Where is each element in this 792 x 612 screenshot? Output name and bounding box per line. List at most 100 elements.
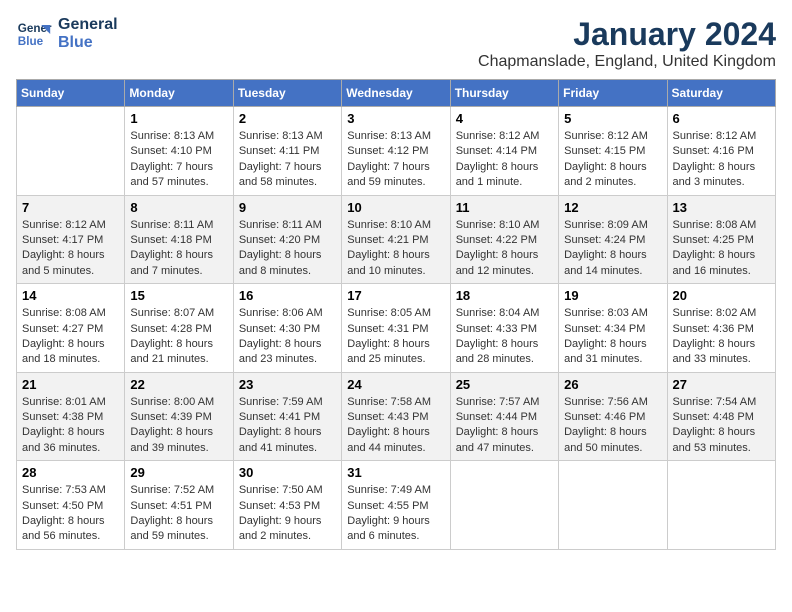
day-info: Sunrise: 8:13 AM Sunset: 4:11 PM Dayligh… — [239, 129, 336, 191]
day-info: Sunrise: 7:59 AM Sunset: 4:41 PM Dayligh… — [239, 395, 336, 457]
weekday-header-saturday: Saturday — [667, 80, 775, 107]
day-info: Sunrise: 8:12 AM Sunset: 4:17 PM Dayligh… — [22, 218, 119, 280]
day-number: 30 — [239, 465, 336, 480]
day-info: Sunrise: 7:53 AM Sunset: 4:50 PM Dayligh… — [22, 483, 119, 545]
calendar-cell: 12 Sunrise: 8:09 AM Sunset: 4:24 PM Dayli… — [559, 195, 667, 284]
calendar-cell: 17Sunrise: 8:05 AM Sunset: 4:31 PM Dayli… — [342, 284, 450, 373]
day-number: 25 — [456, 377, 553, 392]
week-row-1: 1Sunrise: 8:13 AM Sunset: 4:10 PM Daylig… — [17, 107, 776, 196]
calendar-cell — [17, 107, 125, 196]
week-row-5: 28 Sunrise: 7:53 AM Sunset: 4:50 PM Dayli… — [17, 461, 776, 550]
calendar-cell: 8 Sunrise: 8:11 AM Sunset: 4:18 PM Daylig… — [125, 195, 233, 284]
day-info: Sunrise: 7:54 AM Sunset: 4:48 PM Dayligh… — [673, 395, 770, 457]
calendar-title: January 2024 — [478, 16, 776, 53]
day-info: Sunrise: 8:00 AM Sunset: 4:39 PM Dayligh… — [130, 395, 227, 457]
day-number: 11 — [456, 200, 553, 215]
day-number: 26 — [564, 377, 661, 392]
day-number: 14 — [22, 288, 119, 303]
day-number: 3 — [347, 111, 444, 126]
calendar-cell: 25Sunrise: 7:57 AM Sunset: 4:44 PM Dayli… — [450, 372, 558, 461]
day-number: 8 — [130, 200, 227, 215]
logo-icon: General Blue — [16, 16, 52, 52]
calendar-cell: 27 Sunrise: 7:54 AM Sunset: 4:48 PM Dayli… — [667, 372, 775, 461]
day-number: 31 — [347, 465, 444, 480]
calendar-cell — [559, 461, 667, 550]
day-number: 17 — [347, 288, 444, 303]
calendar-cell: 13 Sunrise: 8:08 AM Sunset: 4:25 PM Dayli… — [667, 195, 775, 284]
day-number: 21 — [22, 377, 119, 392]
day-number: 29 — [130, 465, 227, 480]
weekday-header-thursday: Thursday — [450, 80, 558, 107]
day-info: Sunrise: 8:09 AM Sunset: 4:24 PM Dayligh… — [564, 218, 661, 280]
title-block: January 2024 Chapmanslade, England, Unit… — [478, 16, 776, 71]
day-info: Sunrise: 8:13 AM Sunset: 4:12 PM Dayligh… — [347, 129, 444, 191]
day-number: 12 — [564, 200, 661, 215]
logo-line1: General — [58, 16, 118, 34]
svg-text:Blue: Blue — [18, 35, 44, 48]
calendar-cell: 28 Sunrise: 7:53 AM Sunset: 4:50 PM Dayli… — [17, 461, 125, 550]
calendar-cell — [450, 461, 558, 550]
day-info: Sunrise: 8:02 AM Sunset: 4:36 PM Dayligh… — [673, 306, 770, 368]
day-number: 10 — [347, 200, 444, 215]
calendar-cell — [667, 461, 775, 550]
day-info: Sunrise: 7:49 AM Sunset: 4:55 PM Dayligh… — [347, 483, 444, 545]
day-number: 2 — [239, 111, 336, 126]
calendar-cell: 26 Sunrise: 7:56 AM Sunset: 4:46 PM Dayli… — [559, 372, 667, 461]
day-info: Sunrise: 8:10 AM Sunset: 4:22 PM Dayligh… — [456, 218, 553, 280]
weekday-header-row: SundayMondayTuesdayWednesdayThursdayFrid… — [17, 80, 776, 107]
day-number: 6 — [673, 111, 770, 126]
logo: General Blue General Blue — [16, 16, 118, 52]
day-info: Sunrise: 7:50 AM Sunset: 4:53 PM Dayligh… — [239, 483, 336, 545]
day-info: Sunrise: 8:12 AM Sunset: 4:15 PM Dayligh… — [564, 129, 661, 191]
weekday-header-wednesday: Wednesday — [342, 80, 450, 107]
weekday-header-sunday: Sunday — [17, 80, 125, 107]
weekday-header-tuesday: Tuesday — [233, 80, 341, 107]
calendar-cell: 21 Sunrise: 8:01 AM Sunset: 4:38 PM Dayli… — [17, 372, 125, 461]
calendar-table: SundayMondayTuesdayWednesdayThursdayFrid… — [16, 79, 776, 550]
day-number: 27 — [673, 377, 770, 392]
day-number: 22 — [130, 377, 227, 392]
day-info: Sunrise: 8:12 AM Sunset: 4:14 PM Dayligh… — [456, 129, 553, 191]
calendar-cell: 20 Sunrise: 8:02 AM Sunset: 4:36 PM Dayli… — [667, 284, 775, 373]
day-number: 5 — [564, 111, 661, 126]
day-info: Sunrise: 8:06 AM Sunset: 4:30 PM Dayligh… — [239, 306, 336, 368]
calendar-cell: 19Sunrise: 8:03 AM Sunset: 4:34 PM Dayli… — [559, 284, 667, 373]
calendar-subtitle: Chapmanslade, England, United Kingdom — [478, 53, 776, 71]
day-number: 7 — [22, 200, 119, 215]
day-number: 28 — [22, 465, 119, 480]
calendar-cell: 5 Sunrise: 8:12 AM Sunset: 4:15 PM Daylig… — [559, 107, 667, 196]
calendar-cell: 15Sunrise: 8:07 AM Sunset: 4:28 PM Dayli… — [125, 284, 233, 373]
calendar-cell: 29 Sunrise: 7:52 AM Sunset: 4:51 PM Dayli… — [125, 461, 233, 550]
calendar-cell: 24 Sunrise: 7:58 AM Sunset: 4:43 PM Dayli… — [342, 372, 450, 461]
day-number: 24 — [347, 377, 444, 392]
week-row-4: 21 Sunrise: 8:01 AM Sunset: 4:38 PM Dayli… — [17, 372, 776, 461]
day-info: Sunrise: 8:11 AM Sunset: 4:18 PM Dayligh… — [130, 218, 227, 280]
week-row-2: 7 Sunrise: 8:12 AM Sunset: 4:17 PM Daylig… — [17, 195, 776, 284]
day-number: 19 — [564, 288, 661, 303]
day-number: 18 — [456, 288, 553, 303]
day-info: Sunrise: 7:52 AM Sunset: 4:51 PM Dayligh… — [130, 483, 227, 545]
day-info: Sunrise: 7:58 AM Sunset: 4:43 PM Dayligh… — [347, 395, 444, 457]
day-info: Sunrise: 8:08 AM Sunset: 4:25 PM Dayligh… — [673, 218, 770, 280]
page-header: General Blue General Blue January 2024 C… — [16, 16, 776, 71]
day-info: Sunrise: 8:07 AM Sunset: 4:28 PM Dayligh… — [130, 306, 227, 368]
calendar-cell: 10 Sunrise: 8:10 AM Sunset: 4:21 PM Dayli… — [342, 195, 450, 284]
week-row-3: 14 Sunrise: 8:08 AM Sunset: 4:27 PM Dayli… — [17, 284, 776, 373]
calendar-cell: 23Sunrise: 7:59 AM Sunset: 4:41 PM Dayli… — [233, 372, 341, 461]
day-info: Sunrise: 8:11 AM Sunset: 4:20 PM Dayligh… — [239, 218, 336, 280]
day-info: Sunrise: 8:08 AM Sunset: 4:27 PM Dayligh… — [22, 306, 119, 368]
calendar-cell: 2 Sunrise: 8:13 AM Sunset: 4:11 PM Daylig… — [233, 107, 341, 196]
day-number: 1 — [130, 111, 227, 126]
weekday-header-monday: Monday — [125, 80, 233, 107]
logo-line2: Blue — [58, 34, 118, 52]
day-number: 20 — [673, 288, 770, 303]
calendar-cell: 18Sunrise: 8:04 AM Sunset: 4:33 PM Dayli… — [450, 284, 558, 373]
day-info: Sunrise: 7:56 AM Sunset: 4:46 PM Dayligh… — [564, 395, 661, 457]
day-info: Sunrise: 8:01 AM Sunset: 4:38 PM Dayligh… — [22, 395, 119, 457]
day-number: 13 — [673, 200, 770, 215]
day-info: Sunrise: 8:10 AM Sunset: 4:21 PM Dayligh… — [347, 218, 444, 280]
weekday-header-friday: Friday — [559, 80, 667, 107]
calendar-cell: 14 Sunrise: 8:08 AM Sunset: 4:27 PM Dayli… — [17, 284, 125, 373]
day-number: 4 — [456, 111, 553, 126]
calendar-cell: 22 Sunrise: 8:00 AM Sunset: 4:39 PM Dayli… — [125, 372, 233, 461]
